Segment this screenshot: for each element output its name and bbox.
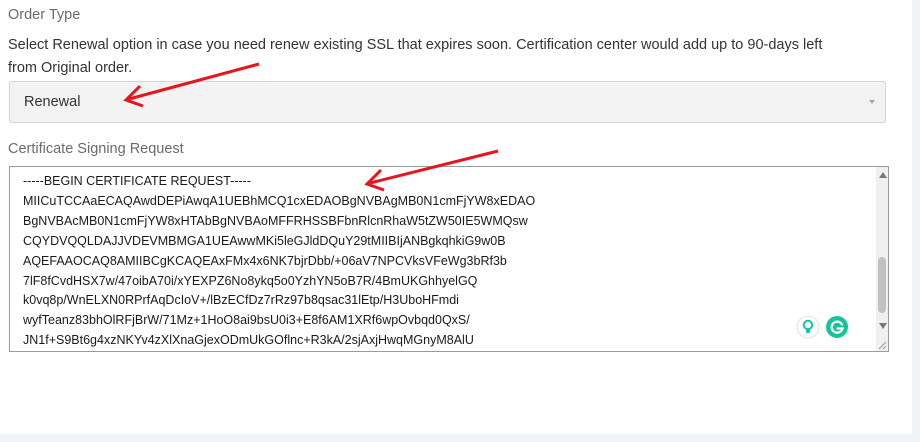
annotation-arrow (364, 149, 499, 192)
annotation-arrow (123, 62, 260, 108)
annotation-arrows (123, 62, 499, 192)
